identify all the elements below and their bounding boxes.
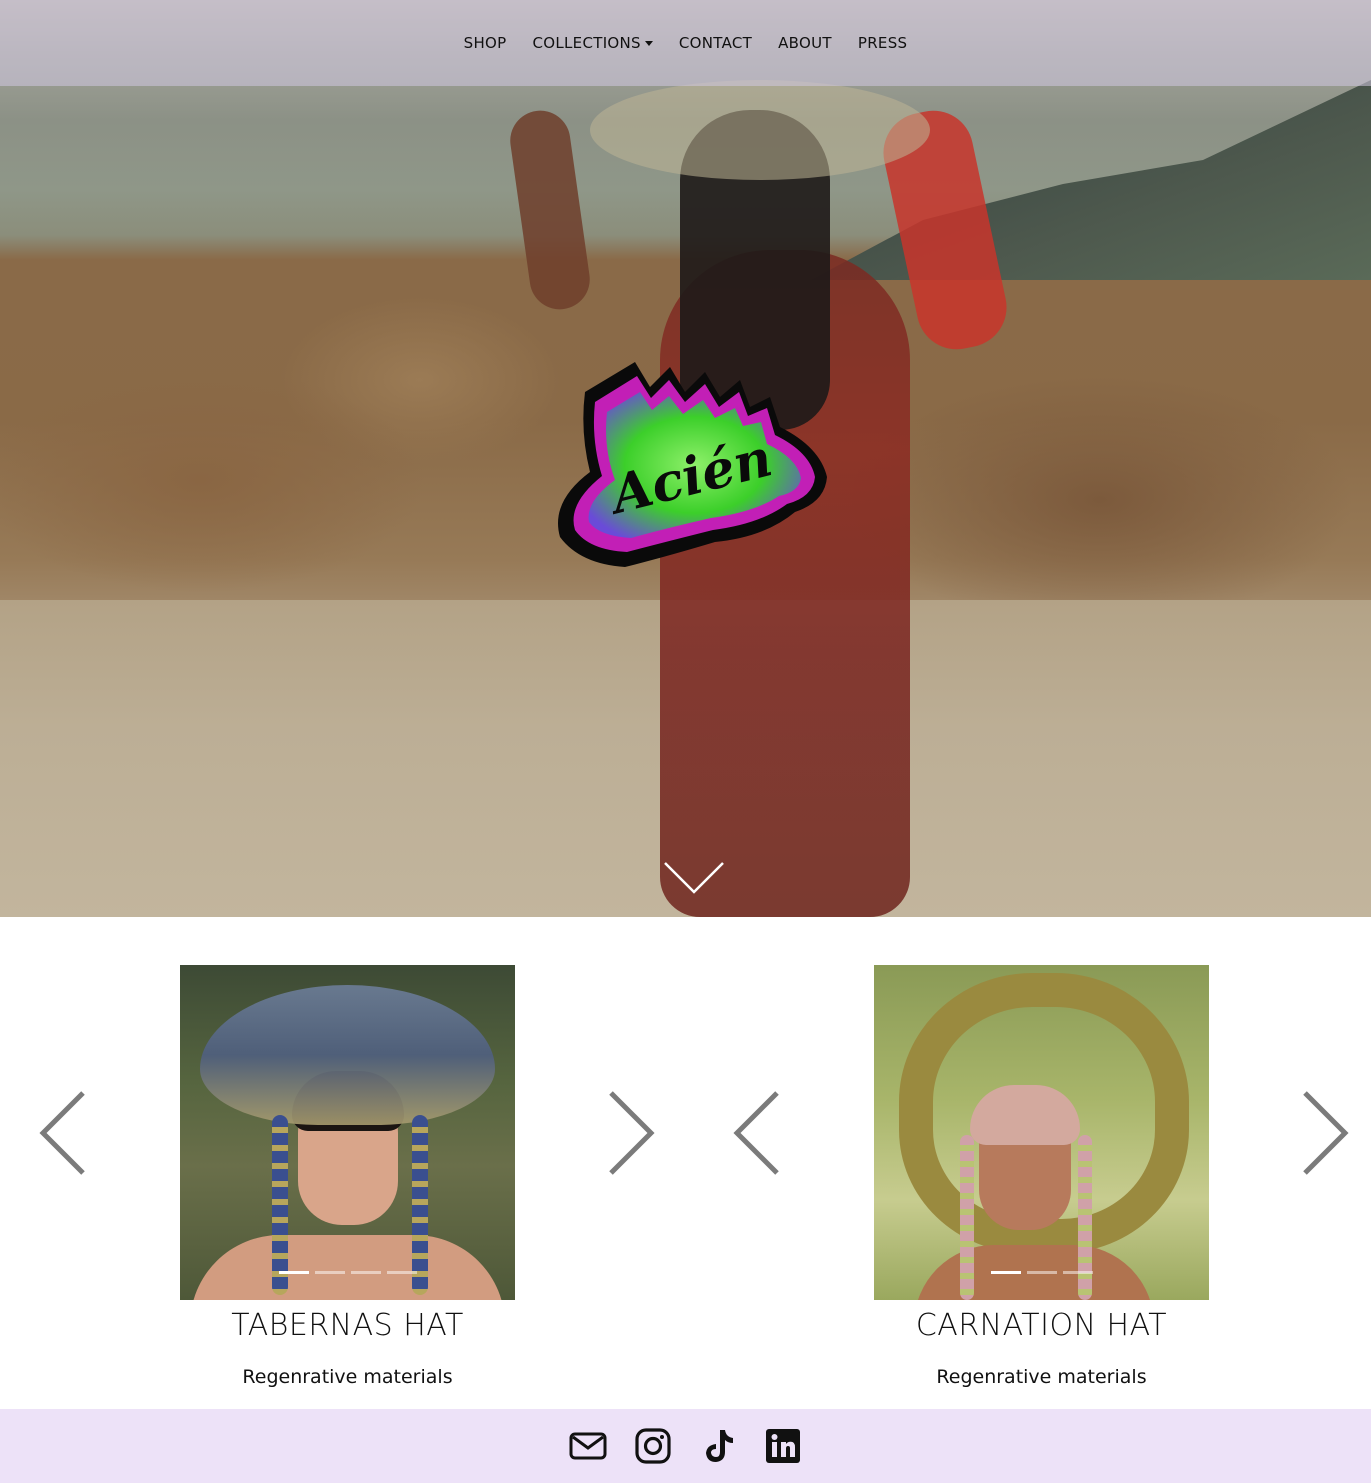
caret-down-icon	[644, 40, 653, 46]
nav-contact-label: CONTACT	[678, 34, 753, 52]
carousel-indicator[interactable]	[386, 1271, 417, 1274]
carousel-indicator[interactable]	[278, 1271, 309, 1274]
carnation-hat-photo	[874, 965, 1209, 1300]
model-hair	[970, 1085, 1080, 1145]
acien-logo[interactable]: Acién	[555, 352, 835, 572]
product-title[interactable]: TABERNAS HAT	[180, 1308, 515, 1343]
hero-section: SHOP COLLECTIONS CONTACT ABOUT PRESS Aci…	[0, 0, 1371, 917]
carousel-indicator[interactable]	[990, 1271, 1021, 1274]
envelope-icon[interactable]	[569, 1427, 607, 1465]
product-subtitle: Regenrative materials	[242, 1366, 453, 1388]
hat-shape	[200, 985, 495, 1125]
product-image-carnation[interactable]	[874, 965, 1209, 1300]
instagram-icon[interactable]	[634, 1427, 672, 1465]
hero-figure-hat	[590, 80, 930, 180]
nav-shop-label: SHOP	[463, 34, 507, 52]
hat-braid	[1078, 1135, 1092, 1300]
product-subtitle: Regenrative materials	[936, 1366, 1147, 1388]
product-image-tabernas[interactable]	[180, 965, 515, 1300]
hat-braid	[412, 1115, 428, 1295]
product-card-carnation: CARNATION HAT Regenrative materials	[694, 965, 1371, 1405]
carousel-indicators	[874, 1271, 1209, 1274]
product-card-tabernas: TABERNAS HAT Regenrative materials	[0, 965, 694, 1405]
model-shoulders	[190, 1235, 505, 1300]
main-nav: SHOP COLLECTIONS CONTACT ABOUT PRESS	[0, 0, 1371, 86]
hat-braid	[960, 1135, 974, 1300]
carousel-prev-icon[interactable]	[732, 1090, 782, 1176]
carousel-indicator[interactable]	[1026, 1271, 1057, 1274]
carousel-prev-icon[interactable]	[38, 1090, 88, 1176]
nav-collections-label: COLLECTIONS	[532, 34, 641, 52]
nav-press-label: PRESS	[857, 34, 908, 52]
carousel-indicators	[180, 1271, 515, 1274]
nav-collections[interactable]: COLLECTIONS	[519, 34, 665, 52]
linkedin-icon[interactable]	[764, 1427, 802, 1465]
footer-social-bar	[0, 1409, 1371, 1483]
nav-about[interactable]: ABOUT	[765, 34, 845, 52]
nav-shop[interactable]: SHOP	[451, 34, 520, 52]
tabernas-hat-photo	[180, 965, 515, 1300]
carousel-indicator[interactable]	[314, 1271, 345, 1274]
carousel-next-icon[interactable]	[606, 1090, 656, 1176]
carousel-indicator[interactable]	[1062, 1271, 1093, 1274]
carousel-next-icon[interactable]	[1300, 1090, 1350, 1176]
tiktok-icon[interactable]	[699, 1427, 737, 1465]
nav-contact[interactable]: CONTACT	[666, 34, 765, 52]
nav-about-label: ABOUT	[778, 34, 832, 52]
product-title[interactable]: CARNATION HAT	[874, 1308, 1209, 1343]
nav-press[interactable]: PRESS	[845, 34, 921, 52]
carousel-indicator[interactable]	[350, 1271, 381, 1274]
hat-braid	[272, 1115, 288, 1295]
chevron-down-icon[interactable]	[662, 860, 726, 896]
